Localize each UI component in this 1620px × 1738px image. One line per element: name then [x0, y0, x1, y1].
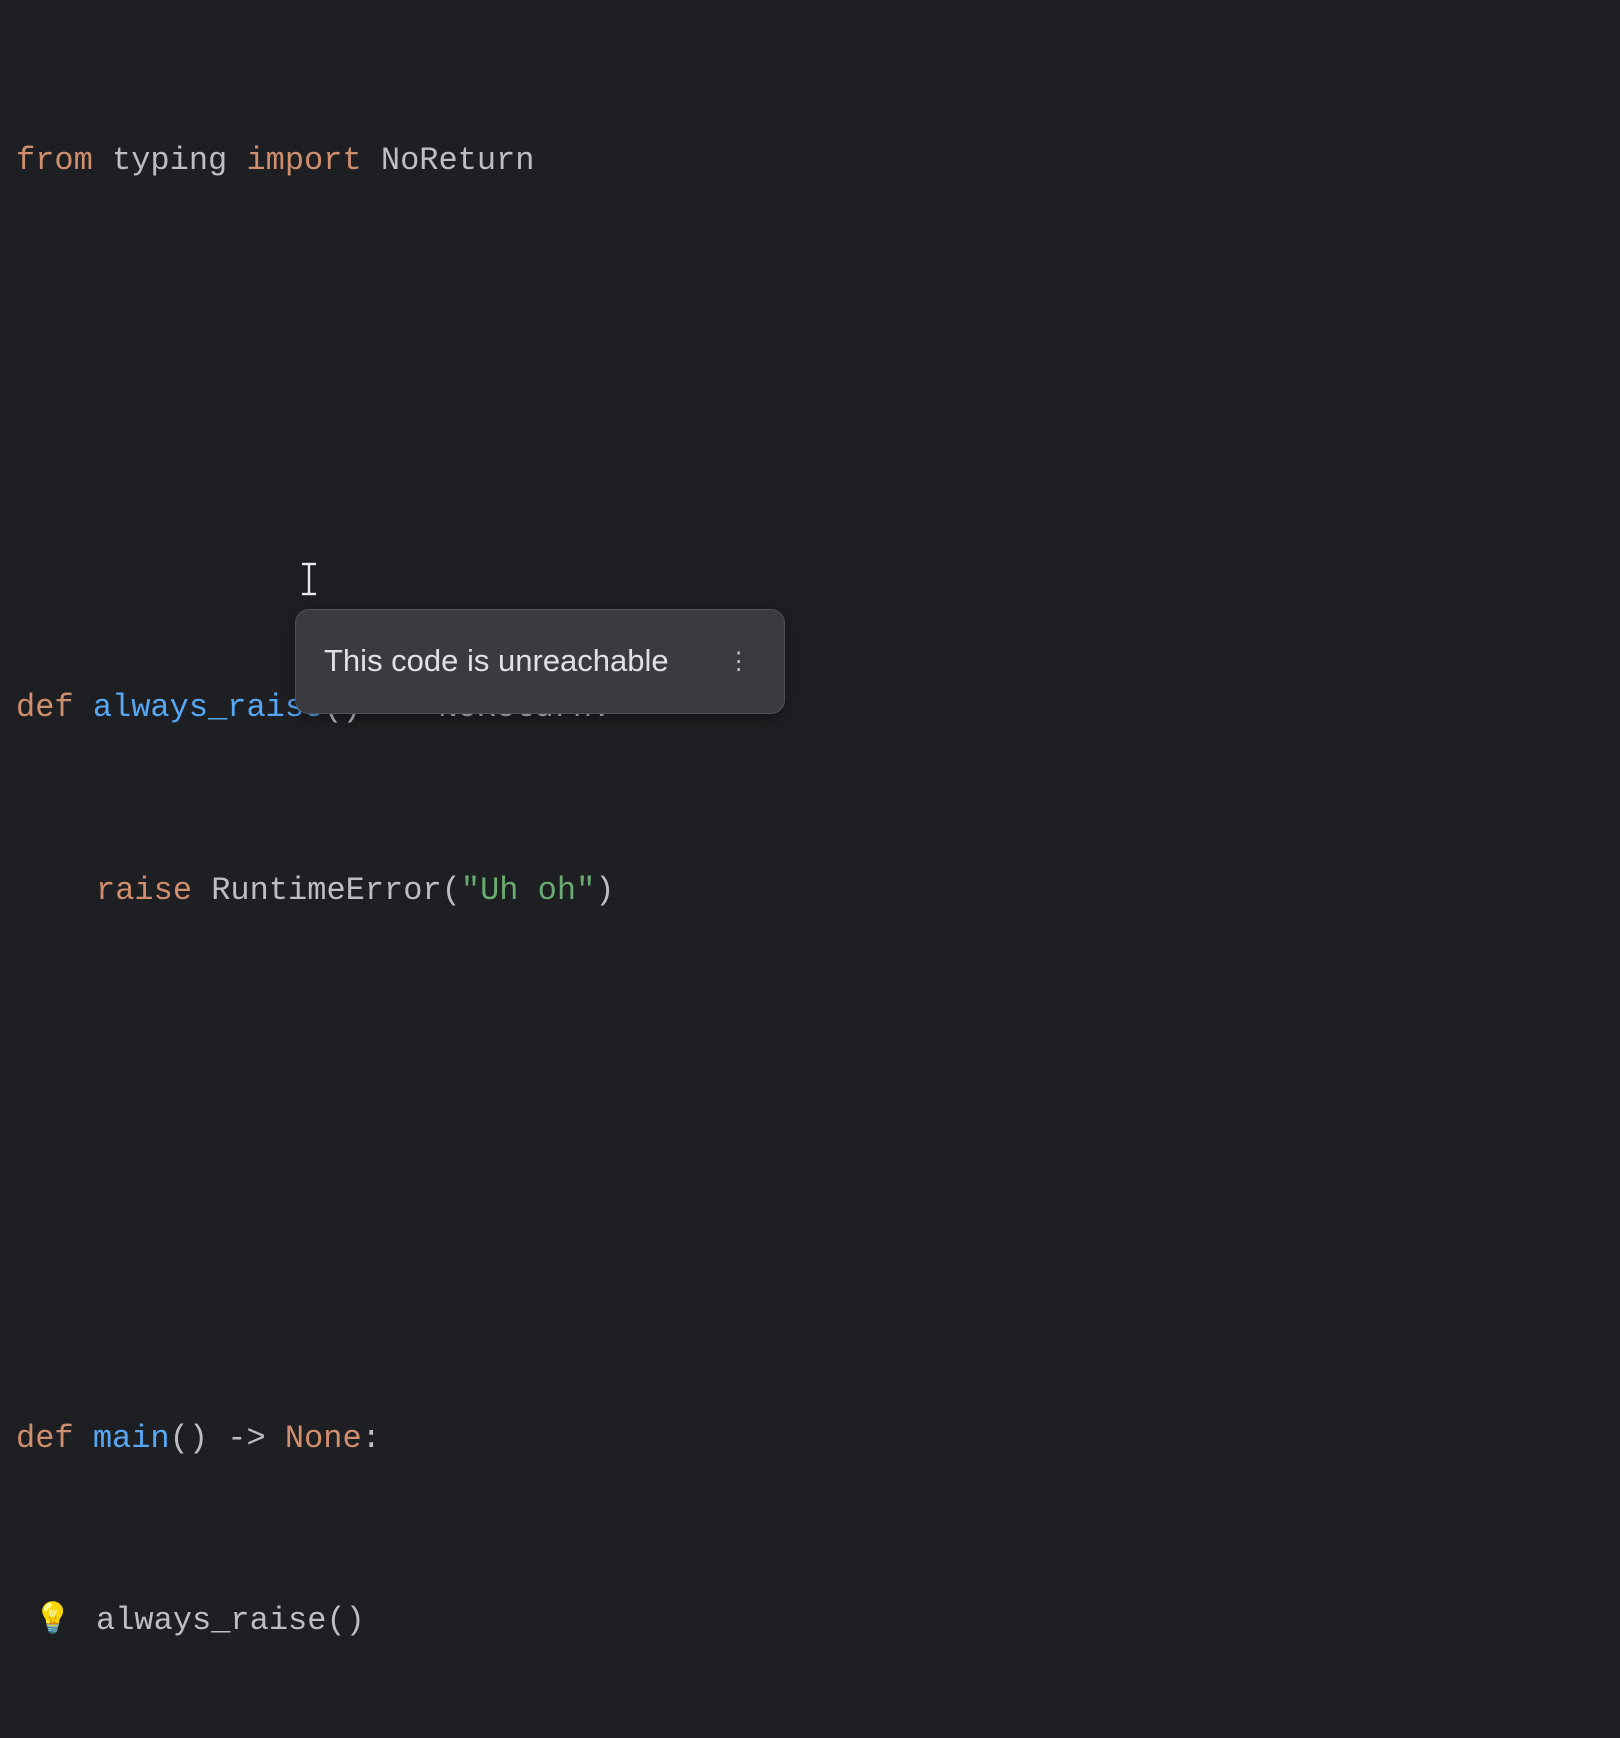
keyword-raise: raise [96, 872, 192, 909]
code-line-empty[interactable] [16, 1225, 1604, 1286]
keyword-import: import [246, 142, 361, 179]
import-name: NoReturn [381, 142, 535, 179]
keyword-def: def [16, 689, 74, 726]
module-name: typing [112, 142, 227, 179]
function-call: always_raise [96, 1602, 326, 1639]
code-editor[interactable]: from typing import NoReturn def always_r… [16, 8, 1604, 1738]
function-name: main [93, 1420, 170, 1457]
close-paren: ) [595, 872, 614, 909]
code-line[interactable]: 💡 always_raise() [16, 1590, 1604, 1651]
code-line[interactable]: raise RuntimeError("Uh oh") [16, 860, 1604, 921]
class-name: RuntimeError [211, 872, 441, 909]
return-type: None [285, 1420, 362, 1457]
keyword-def: def [16, 1420, 74, 1457]
code-line-empty[interactable] [16, 495, 1604, 556]
parens: () [170, 1420, 208, 1457]
arrow: -> [208, 1420, 285, 1457]
tooltip-message: This code is unreachable [324, 632, 669, 691]
colon: : [362, 1420, 381, 1457]
open-paren: ( [442, 872, 461, 909]
code-line[interactable]: from typing import NoReturn [16, 130, 1604, 191]
lightbulb-icon[interactable]: 💡 [34, 1606, 64, 1636]
diagnostic-tooltip: This code is unreachable ⋮ [295, 609, 785, 714]
function-name: always_raise [93, 689, 323, 726]
keyword-from: from [16, 142, 93, 179]
code-line[interactable]: def always_raise() -> NoReturn: [16, 677, 1604, 738]
more-actions-icon[interactable]: ⋮ [721, 639, 756, 685]
code-line-empty[interactable] [16, 1043, 1604, 1104]
code-line-empty[interactable] [16, 312, 1604, 373]
string-literal: "Uh oh" [461, 872, 595, 909]
parens: () [326, 1602, 364, 1639]
code-line[interactable]: def main() -> None: [16, 1408, 1604, 1469]
